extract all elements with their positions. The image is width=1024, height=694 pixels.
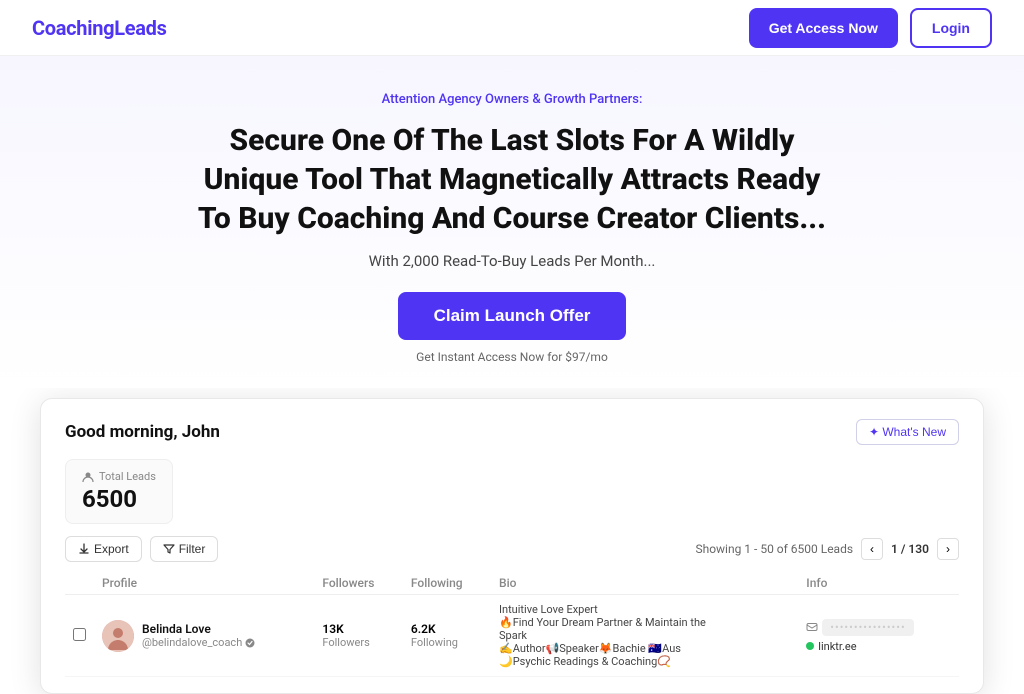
pagination-next[interactable]: › <box>937 538 959 560</box>
leads-table: Profile Followers Following Bio Info <box>65 572 959 677</box>
link-value: linktr.ee <box>818 640 856 653</box>
brand-logo: CoachingLeads <box>32 16 167 40</box>
export-button[interactable]: Export <box>65 536 142 562</box>
pagination-page: 1 / 130 <box>891 542 929 556</box>
filter-icon <box>163 543 175 555</box>
dashboard-card: Good morning, John ✦ What's New Total Le… <box>40 398 984 694</box>
hero-fine-print: Get Instant Access Now for $97/mo <box>32 350 992 364</box>
dashboard-greeting: Good morning, John <box>65 422 220 442</box>
row-following: 6.2K Following <box>403 595 491 677</box>
col-followers: Followers <box>314 572 403 595</box>
total-leads-count: 6500 <box>82 485 156 513</box>
hero-subheading: With 2,000 Read-To-Buy Leads Per Month..… <box>32 252 992 270</box>
total-leads-label: Total Leads <box>82 470 156 483</box>
email-row: •••••••••••••••• <box>806 619 951 636</box>
row-checkbox[interactable] <box>65 595 94 677</box>
total-leads-card: Total Leads 6500 <box>65 459 173 524</box>
get-access-button[interactable]: Get Access Now <box>749 8 898 48</box>
table-row: Belinda Love @belindalove_coach <box>65 595 959 677</box>
filter-button[interactable]: Filter <box>150 536 219 562</box>
profile-handle: @belindalove_coach <box>142 636 255 649</box>
email-value: •••••••••••••••• <box>822 619 913 636</box>
avatar-image <box>102 620 134 652</box>
col-checkbox <box>65 572 94 595</box>
green-dot <box>806 642 814 650</box>
pagination-prev[interactable]: ‹ <box>861 538 883 560</box>
row-followers: 13K Followers <box>314 595 403 677</box>
hero-headline: Secure One Of The Last Slots For A Wildl… <box>192 121 832 238</box>
link-row: linktr.ee <box>806 640 951 653</box>
nav-buttons: Get Access Now Login <box>749 8 992 48</box>
hero-attention: Attention Agency Owners & Growth Partner… <box>32 92 992 107</box>
person-icon <box>82 471 94 483</box>
col-bio: Bio <box>491 572 798 595</box>
profile-name: Belinda Love <box>142 622 255 636</box>
whats-new-button[interactable]: ✦ What's New <box>856 419 959 445</box>
hero-section: Attention Agency Owners & Growth Partner… <box>0 56 1024 388</box>
col-following: Following <box>403 572 491 595</box>
table-actions: Export Filter <box>65 536 218 562</box>
profile-info: Belinda Love @belindalove_coach <box>142 622 255 649</box>
verified-icon <box>245 638 255 648</box>
row-profile: Belinda Love @belindalove_coach <box>94 595 314 677</box>
email-icon <box>806 621 818 633</box>
row-info: •••••••••••••••• linktr.ee <box>798 595 959 677</box>
avatar <box>102 620 134 652</box>
login-button[interactable]: Login <box>910 8 992 48</box>
pagination-info: Showing 1 - 50 of 6500 Leads ‹ 1 / 130 › <box>695 538 959 560</box>
row-select-checkbox[interactable] <box>73 628 86 641</box>
pagination-showing: Showing 1 - 50 of 6500 Leads <box>695 542 853 556</box>
profile-cell: Belinda Love @belindalove_coach <box>102 620 306 652</box>
claim-offer-button[interactable]: Claim Launch Offer <box>398 292 627 340</box>
export-icon <box>78 543 90 555</box>
col-info: Info <box>798 572 959 595</box>
navbar: CoachingLeads Get Access Now Login <box>0 0 1024 56</box>
dashboard-header: Good morning, John ✦ What's New <box>65 419 959 445</box>
table-toolbar: Export Filter Showing 1 - 50 of 6500 Lea… <box>65 536 959 562</box>
col-profile: Profile <box>94 572 314 595</box>
bio-text: Intuitive Love Expert 🔥Find Your Dream P… <box>499 603 719 668</box>
row-bio: Intuitive Love Expert 🔥Find Your Dream P… <box>491 595 798 677</box>
dashboard-wrapper: Good morning, John ✦ What's New Total Le… <box>0 398 1024 694</box>
